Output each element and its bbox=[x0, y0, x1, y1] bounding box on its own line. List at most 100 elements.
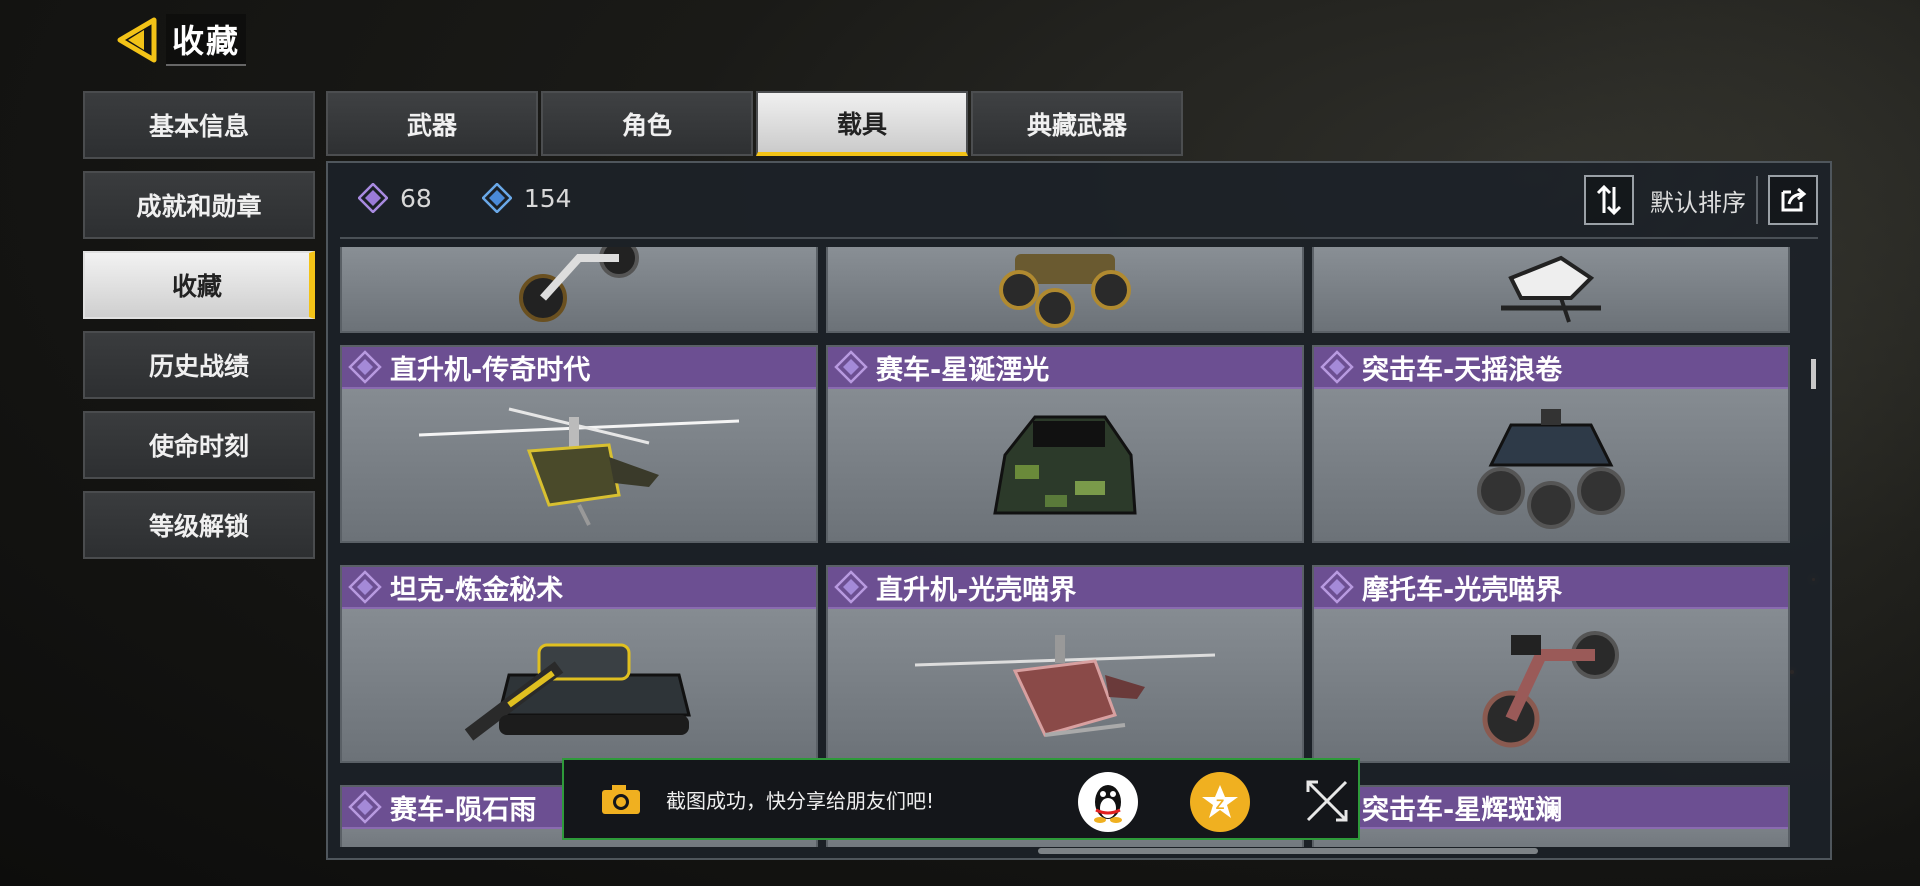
share-qq-button[interactable] bbox=[1078, 772, 1138, 832]
side-item-label: 等级解锁 bbox=[148, 512, 249, 541]
blue-rarity-count: 154 bbox=[481, 183, 572, 213]
vehicle-card-header: 坦克-炼金秘术 bbox=[342, 567, 816, 609]
vehicle-image bbox=[828, 609, 1302, 761]
page-title: 收藏 bbox=[166, 14, 247, 66]
vehicle-name: 赛车-陨石雨 bbox=[390, 794, 537, 826]
back-button[interactable] bbox=[112, 14, 160, 66]
camera-icon bbox=[602, 785, 640, 814]
side-item-label: 收藏 bbox=[171, 272, 222, 301]
vehicle-name: 摩托车-光壳喵界 bbox=[1362, 574, 1563, 606]
vehicle-card[interactable] bbox=[340, 247, 818, 333]
vehicle-card-header: 直升机-光壳喵界 bbox=[828, 567, 1302, 609]
vehicle-name: 直升机-传奇时代 bbox=[390, 354, 591, 386]
sort-area: 默认排序 bbox=[1584, 175, 1818, 225]
rarity-diamond-icon bbox=[348, 570, 382, 604]
assault-vehicle-icon bbox=[1477, 409, 1625, 529]
motorcycle-icon bbox=[1482, 631, 1619, 748]
svg-text:Z: Z bbox=[1216, 796, 1225, 812]
rarity-diamond-icon bbox=[1320, 350, 1354, 384]
vehicle-card[interactable] bbox=[826, 247, 1304, 333]
rarity-diamond-icon bbox=[834, 350, 868, 384]
tab-label: 典藏武器 bbox=[1026, 110, 1127, 140]
vehicle-name: 突击车-天摇浪卷 bbox=[1362, 354, 1563, 386]
header: 收藏 bbox=[112, 14, 247, 66]
sort-arrows-icon bbox=[1596, 184, 1622, 216]
rarity-diamond-icon bbox=[348, 790, 382, 824]
tab-vehicles[interactable]: 载具 bbox=[756, 91, 968, 156]
tab-weapons[interactable]: 武器 bbox=[326, 91, 538, 156]
sort-toggle-button[interactable] bbox=[1584, 175, 1634, 225]
side-item-level-unlock[interactable]: 等级解锁 bbox=[83, 491, 315, 559]
tab-label: 角色 bbox=[621, 110, 672, 140]
share-icon bbox=[1781, 187, 1807, 212]
vehicle-card[interactable]: 突击车-天摇浪卷 bbox=[1312, 345, 1790, 543]
rarity-diamond-icon bbox=[834, 570, 868, 604]
vehicle-card-header: 直升机-传奇时代 bbox=[342, 347, 816, 389]
side-item-label: 基本信息 bbox=[148, 112, 249, 141]
side-item-achievements[interactable]: 成就和勋章 bbox=[83, 171, 315, 239]
divider bbox=[1756, 176, 1758, 224]
vehicle-card-header: 摩托车-光壳喵界 bbox=[1314, 567, 1788, 609]
vehicle-image bbox=[342, 609, 816, 761]
vertical-scrollbar[interactable] bbox=[1811, 359, 1816, 389]
blue-gem-icon bbox=[481, 183, 512, 213]
tab-label: 载具 bbox=[836, 109, 887, 139]
snowmobile-icon bbox=[1501, 255, 1601, 323]
collection-panel: 68 154 默认排序 直升机-传奇时代 赛车-星诞湮光 突击车-天摇浪卷 坦克… bbox=[326, 161, 1832, 860]
helicopter-icon bbox=[914, 635, 1216, 737]
helicopter-icon bbox=[418, 407, 740, 526]
rarity-diamond-icon bbox=[1320, 570, 1354, 604]
vehicle-image bbox=[342, 389, 816, 541]
purple-gem-icon bbox=[358, 183, 388, 213]
vehicle-card[interactable]: 直升机-传奇时代 bbox=[340, 345, 818, 543]
vehicle-card-header: 突击车-星辉斑斓 bbox=[1314, 787, 1788, 829]
purple-rarity-count: 68 bbox=[358, 183, 432, 213]
vehicle-image bbox=[342, 247, 816, 331]
sort-label[interactable]: 默认排序 bbox=[1650, 183, 1746, 218]
vehicle-name: 坦克-炼金秘术 bbox=[390, 574, 564, 606]
side-item-label: 成就和勋章 bbox=[136, 192, 262, 221]
side-item-collection[interactable]: 收藏 bbox=[83, 251, 315, 319]
tab-characters[interactable]: 角色 bbox=[541, 91, 753, 156]
qq-penguin-icon bbox=[1094, 785, 1122, 823]
vehicle-image bbox=[1314, 389, 1788, 541]
vehicle-image bbox=[1314, 247, 1788, 331]
panel-separator bbox=[340, 237, 1818, 239]
tab-legendary-weapons[interactable]: 典藏武器 bbox=[971, 91, 1183, 156]
side-item-history[interactable]: 历史战绩 bbox=[83, 331, 315, 399]
back-arrow-icon bbox=[117, 17, 157, 63]
motorcycle-icon bbox=[519, 247, 639, 322]
side-item-mission-moments[interactable]: 使命时刻 bbox=[83, 411, 315, 479]
vehicle-card[interactable]: 坦克-炼金秘术 bbox=[340, 565, 818, 763]
purple-count-value: 68 bbox=[400, 183, 432, 213]
race-car-icon bbox=[993, 415, 1137, 515]
vehicle-name: 赛车-星诞湮光 bbox=[876, 354, 1050, 386]
screenshot-toast: 截图成功，快分享给朋友们吧! Z bbox=[562, 758, 1360, 840]
vehicle-card-header: 突击车-天摇浪卷 bbox=[1314, 347, 1788, 389]
close-icon[interactable] bbox=[1302, 776, 1352, 826]
vehicle-card[interactable] bbox=[1312, 247, 1790, 333]
vehicle-card[interactable]: 直升机-光壳喵界 bbox=[826, 565, 1304, 763]
vehicle-card[interactable]: 赛车-星诞湮光 bbox=[826, 345, 1304, 543]
vehicle-card[interactable]: 摩托车-光壳喵界 bbox=[1312, 565, 1790, 763]
vehicle-image bbox=[828, 389, 1302, 541]
tank-icon bbox=[464, 643, 691, 741]
side-item-label: 历史战绩 bbox=[148, 352, 249, 381]
tab-label: 武器 bbox=[406, 110, 457, 140]
qzone-star-icon: Z bbox=[1202, 785, 1238, 818]
vehicle-image bbox=[828, 247, 1302, 331]
vehicle-grid: 直升机-传奇时代 赛车-星诞湮光 突击车-天摇浪卷 坦克-炼金秘术 直升机-光壳… bbox=[340, 247, 1800, 847]
atv-icon bbox=[999, 254, 1131, 328]
vehicle-name: 直升机-光壳喵界 bbox=[876, 574, 1077, 606]
side-menu: 基本信息 成就和勋章 收藏 历史战绩 使命时刻 等级解锁 bbox=[83, 91, 315, 571]
horizontal-scroll-indicator[interactable] bbox=[1038, 848, 1538, 854]
side-item-basic-info[interactable]: 基本信息 bbox=[83, 91, 315, 159]
toast-message: 截图成功，快分享给朋友们吧! bbox=[666, 788, 935, 813]
vehicle-name: 突击车-星辉斑斓 bbox=[1362, 794, 1563, 826]
side-item-label: 使命时刻 bbox=[148, 432, 249, 461]
vehicle-image bbox=[1314, 609, 1788, 761]
share-qzone-button[interactable]: Z bbox=[1190, 772, 1250, 832]
vehicle-card[interactable]: 突击车-星辉斑斓 bbox=[1312, 785, 1790, 847]
share-button[interactable] bbox=[1768, 175, 1818, 225]
vehicle-card-header: 赛车-星诞湮光 bbox=[828, 347, 1302, 389]
